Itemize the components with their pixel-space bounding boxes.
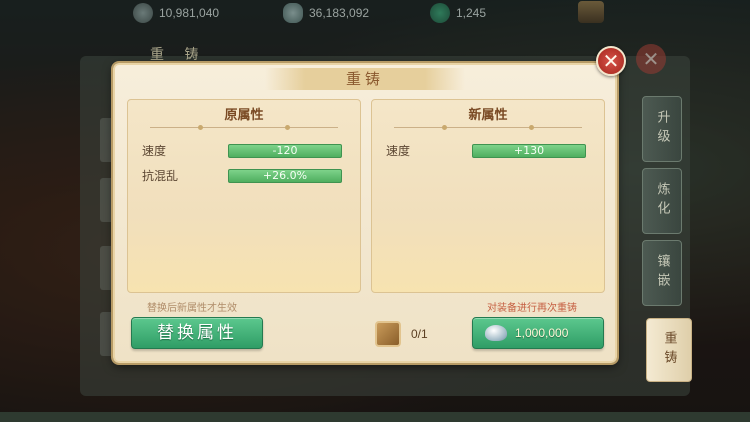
replace-attributes-button[interactable]: 替换属性	[131, 317, 263, 349]
tab-inlay[interactable]: 镶嵌	[642, 240, 682, 306]
currency-bar: 10,981,040 36,183,092 1,245	[0, 0, 750, 26]
attribute-row: 速度 -120	[142, 143, 352, 159]
new-attributes-heading: 新属性	[468, 108, 508, 123]
attribute-name: 抗混乱	[142, 169, 179, 183]
reforge-button[interactable]: 1,000,000	[472, 317, 604, 349]
attribute-row: 速度 +130	[386, 143, 596, 159]
back-close-button[interactable]: ✕	[636, 44, 666, 74]
currency-value: 1,245	[456, 6, 487, 20]
bottom-bar	[0, 412, 750, 422]
coin-icon	[133, 3, 153, 23]
currency-gold: 10,981,040	[133, 3, 219, 23]
currency-value: 10,981,040	[159, 6, 220, 20]
attribute-name: 速度	[386, 144, 411, 158]
silver-icon	[283, 3, 303, 23]
dialog-title: 重铸	[345, 70, 384, 88]
old-attributes-panel: 原属性 速度 -120 抗混乱 +26.0%	[127, 99, 361, 293]
old-attributes-heading: 原属性	[224, 108, 264, 123]
tab-reforge[interactable]: 重铸	[646, 318, 692, 382]
close-icon: ✕	[642, 47, 660, 71]
currency-value: 36,183,092	[309, 6, 370, 20]
attribute-name: 速度	[142, 144, 167, 158]
attribute-value: +26.0%	[228, 169, 342, 183]
currency-jade: 1,245	[430, 3, 486, 23]
new-attributes-panel: 新属性 速度 +130	[371, 99, 605, 293]
tab-upgrade[interactable]: 升级	[642, 96, 682, 162]
reforge-material-icon[interactable]	[375, 321, 401, 347]
divider	[150, 125, 338, 130]
reforge-dialog: 重铸 原属性 速度 -120 抗混乱 +26.0% 新属性 速度 +130 替换…	[113, 63, 617, 363]
currency-silver: 36,183,092	[283, 3, 369, 23]
replace-hint: 替换后新属性才生效	[147, 303, 237, 314]
attribute-row: 抗混乱 +26.0%	[142, 168, 352, 184]
reforge-cost: 1,000,000	[515, 326, 569, 340]
close-button[interactable]: ✕	[596, 46, 626, 76]
divider	[394, 125, 582, 130]
silver-icon	[485, 325, 507, 341]
tab-refine[interactable]: 炼化	[642, 168, 682, 234]
shop-icon[interactable]	[578, 1, 604, 23]
close-icon: ✕	[602, 49, 620, 73]
jade-icon	[430, 3, 450, 23]
back-panel-title: 重 铸	[150, 47, 207, 63]
attribute-value: +130	[472, 144, 586, 158]
material-count: 0/1	[411, 327, 428, 341]
reforge-hint: 对装备进行再次重铸	[487, 303, 577, 314]
attribute-value: -120	[228, 144, 342, 158]
